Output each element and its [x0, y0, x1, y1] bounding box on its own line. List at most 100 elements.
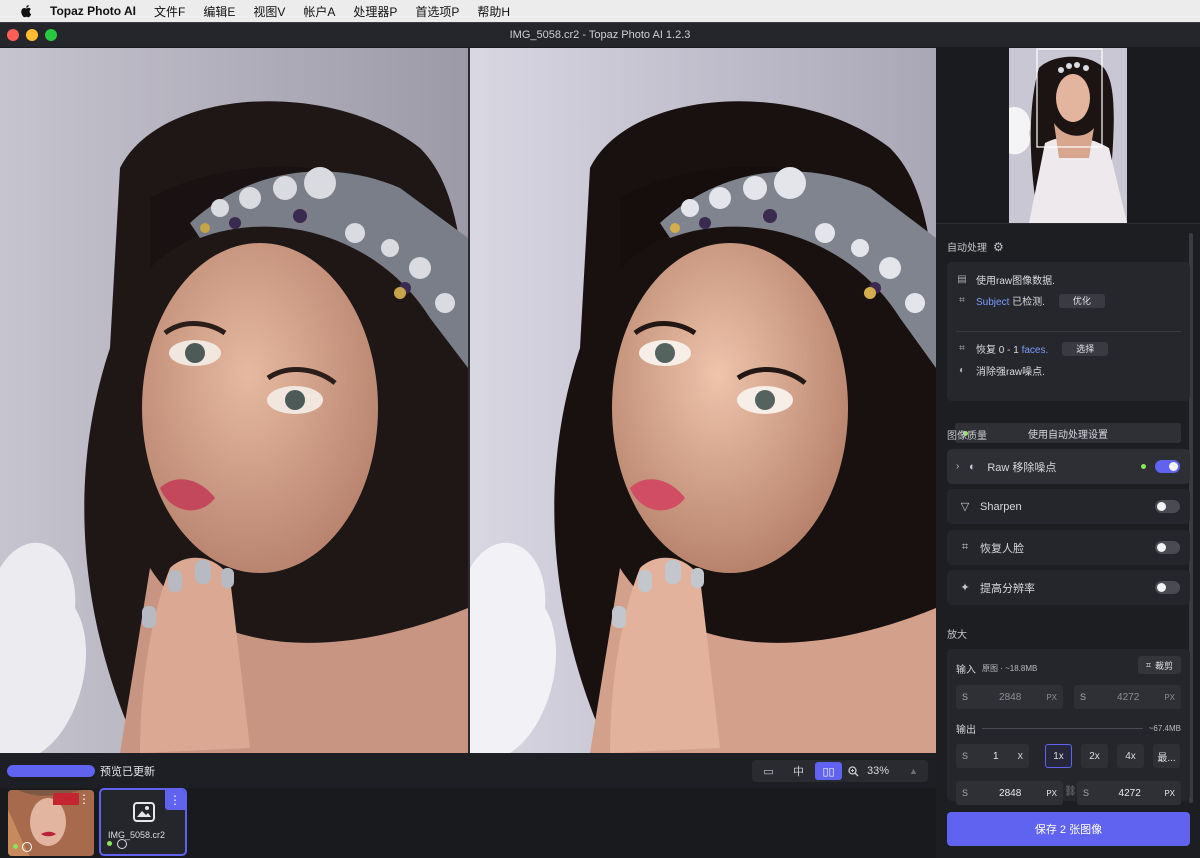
output-label: 输出: [956, 725, 976, 736]
input-width-field: S 2848 PX: [956, 685, 1063, 709]
scale-1x-label: 1x: [1053, 750, 1064, 762]
subject-row: ⌗ Subject 已检测. 优化: [956, 293, 1105, 308]
crop-icon: ⌗: [1145, 659, 1151, 670]
crop-button[interactable]: ⌗ 裁剪: [1137, 656, 1181, 674]
apple-logo-icon[interactable]: [20, 4, 34, 18]
zoom-window-button[interactable]: [45, 29, 57, 41]
menu-edit[interactable]: 编辑E: [203, 3, 235, 20]
upscale-box: 输入 原图 · ~18.8MB ⌗ 裁剪 S 2848 PX S 4272 PX…: [947, 649, 1190, 805]
split-view-button[interactable]: 中: [785, 762, 812, 780]
scale-max-label: 最...: [1157, 752, 1176, 764]
scale-max-button[interactable]: 最...: [1153, 744, 1180, 768]
menu-help[interactable]: 帮助H: [477, 3, 510, 20]
image-quality-title: 图像质量: [947, 431, 987, 442]
input-label: 输入: [956, 665, 976, 676]
zoom-dropdown-icon[interactable]: ▲: [909, 766, 918, 776]
input-width-value: 2848: [999, 691, 1022, 703]
feature-face-recovery[interactable]: ⌗ 恢复人脸: [947, 530, 1190, 565]
filmstrip: ⋮ IMG_5058.cr2 ⋮: [0, 788, 936, 858]
feature-sharpen[interactable]: ▽ Sharpen: [947, 489, 1190, 524]
upscale-header: 放大: [947, 626, 967, 641]
menu-file[interactable]: 文件F: [154, 3, 185, 20]
minimize-window-button[interactable]: [26, 29, 38, 41]
faces-row: ⌗ 恢复 0 - 1 faces. 选择: [956, 341, 1109, 356]
processed-image-pane[interactable]: [470, 48, 936, 753]
original-image-pane[interactable]: [0, 48, 468, 753]
px-unit: PX: [1164, 692, 1175, 702]
face-detect-icon: ⌗: [959, 343, 965, 354]
preview-status-text: 预览已更新: [100, 765, 155, 778]
feature-label: Sharpen: [980, 500, 1022, 513]
optimize-button[interactable]: 优化: [1058, 293, 1105, 308]
face-icon: ⌗: [961, 541, 969, 553]
autopilot-settings-gear-icon[interactable]: ⚙: [993, 240, 1004, 254]
navigator-thumbnail[interactable]: [1009, 48, 1127, 223]
menu-processor[interactable]: 处理器P: [353, 3, 397, 20]
raw-data-row: ▤ 使用raw图像数据.: [956, 272, 1055, 287]
feature-status-dot: [1141, 464, 1146, 469]
processed-photo: [470, 48, 936, 753]
thumbnail-menu-icon[interactable]: ⋮: [78, 792, 90, 806]
autopilot-box: ▤ 使用raw图像数据. ⌗ Subject 已检测. 优化 ⌗ 恢复 0 - …: [947, 262, 1190, 443]
image-placeholder-icon: [133, 802, 155, 822]
width-prefix: S: [961, 788, 968, 798]
app-menu[interactable]: Topaz Photo AI: [50, 4, 136, 18]
status-bar: 预览已更新 ▭ 中 ▯▯ 33% ▲: [0, 753, 936, 788]
right-panel: 自动处理 ⚙ ▤ 使用raw图像数据. ⌗ Subject 已检测. 优化 ⌗ …: [936, 48, 1200, 858]
feature-enhance-resolution[interactable]: ✦ 提高分辨率: [947, 570, 1190, 605]
close-window-button[interactable]: [7, 29, 19, 41]
noise-row: ◐ 消除强raw噪点.: [956, 363, 1045, 378]
select-faces-button[interactable]: 选择: [1062, 341, 1109, 356]
faces-prefix: 恢复 0 - 1: [976, 345, 1019, 356]
split-view-icon: 中: [793, 766, 804, 778]
zoom-icon: [848, 765, 859, 776]
zoom-control[interactable]: 33% ▲: [842, 760, 928, 782]
image-canvas[interactable]: [0, 48, 936, 753]
face-recovery-toggle[interactable]: [1155, 541, 1180, 554]
scale-1x-button[interactable]: 1x: [1045, 744, 1072, 768]
feature-raw-denoise[interactable]: › ◐ Raw 移除噪点: [947, 449, 1190, 484]
filmstrip-thumbnail-1[interactable]: ⋮: [8, 790, 94, 856]
menu-view[interactable]: 视图V: [253, 3, 285, 20]
output-width-field[interactable]: S 2848 PX: [956, 781, 1063, 805]
thumbnail-menu-button[interactable]: ⋮: [165, 790, 185, 810]
feature-label: 提高分辨率: [980, 582, 1035, 595]
menu-account[interactable]: 帐户A: [303, 3, 335, 20]
scale-unit: X: [1017, 751, 1023, 761]
output-size: ~67.4MB: [1148, 724, 1181, 733]
raw-data-text: 使用raw图像数据.: [976, 276, 1055, 287]
use-autopilot-settings-button[interactable]: 使用自动处理设置: [955, 423, 1181, 443]
crop-label: 裁剪: [1154, 660, 1173, 671]
scale-4x-label: 4x: [1125, 750, 1136, 762]
scale-2x-button[interactable]: 2x: [1081, 744, 1108, 768]
px-unit: PX: [1164, 788, 1175, 798]
enhance-resolution-toggle[interactable]: [1155, 581, 1180, 594]
output-width-value: 2848: [999, 787, 1022, 799]
sharpen-toggle[interactable]: [1155, 500, 1180, 513]
denoise-icon: ◐: [969, 460, 976, 473]
aspect-lock-icon[interactable]: ⛓: [1064, 786, 1077, 797]
scale-input[interactable]: S 1 X: [956, 744, 1029, 768]
output-height-field[interactable]: S 4272 PX: [1077, 781, 1181, 805]
thumbnail-status-dot: [107, 841, 112, 846]
width-prefix: S: [961, 692, 968, 702]
save-images-button[interactable]: 保存 2 张图像: [947, 812, 1190, 846]
use-autopilot-settings-label: 使用自动处理设置: [1028, 429, 1108, 441]
raw-file-icon: ▤: [957, 274, 967, 285]
scale-4x-button[interactable]: 4x: [1117, 744, 1144, 768]
menu-bar: Topaz Photo AI 文件F 编辑E 视图V 帐户A 处理器P 首选项P…: [0, 0, 1200, 22]
input-info: 原图 · ~18.8MB: [982, 664, 1038, 673]
single-view-button[interactable]: ▭: [755, 762, 782, 780]
expand-chevron-icon[interactable]: ›: [956, 461, 959, 472]
window-controls: [7, 29, 57, 41]
raw-denoise-toggle[interactable]: [1155, 460, 1180, 473]
input-height-value: 4272: [1117, 691, 1140, 703]
side-by-side-view-button[interactable]: ▯▯: [815, 762, 842, 780]
filmstrip-thumbnail-2[interactable]: IMG_5058.cr2 ⋮: [99, 788, 187, 856]
menu-preferences[interactable]: 首选项P: [415, 3, 459, 20]
save-images-label: 保存 2 张图像: [1034, 824, 1103, 836]
thumbnail-denoise-icon: [117, 839, 127, 849]
feature-label: Raw 移除噪点: [987, 461, 1057, 474]
autopilot-header: 自动处理 ⚙: [947, 239, 1004, 255]
px-unit: PX: [1046, 692, 1057, 702]
